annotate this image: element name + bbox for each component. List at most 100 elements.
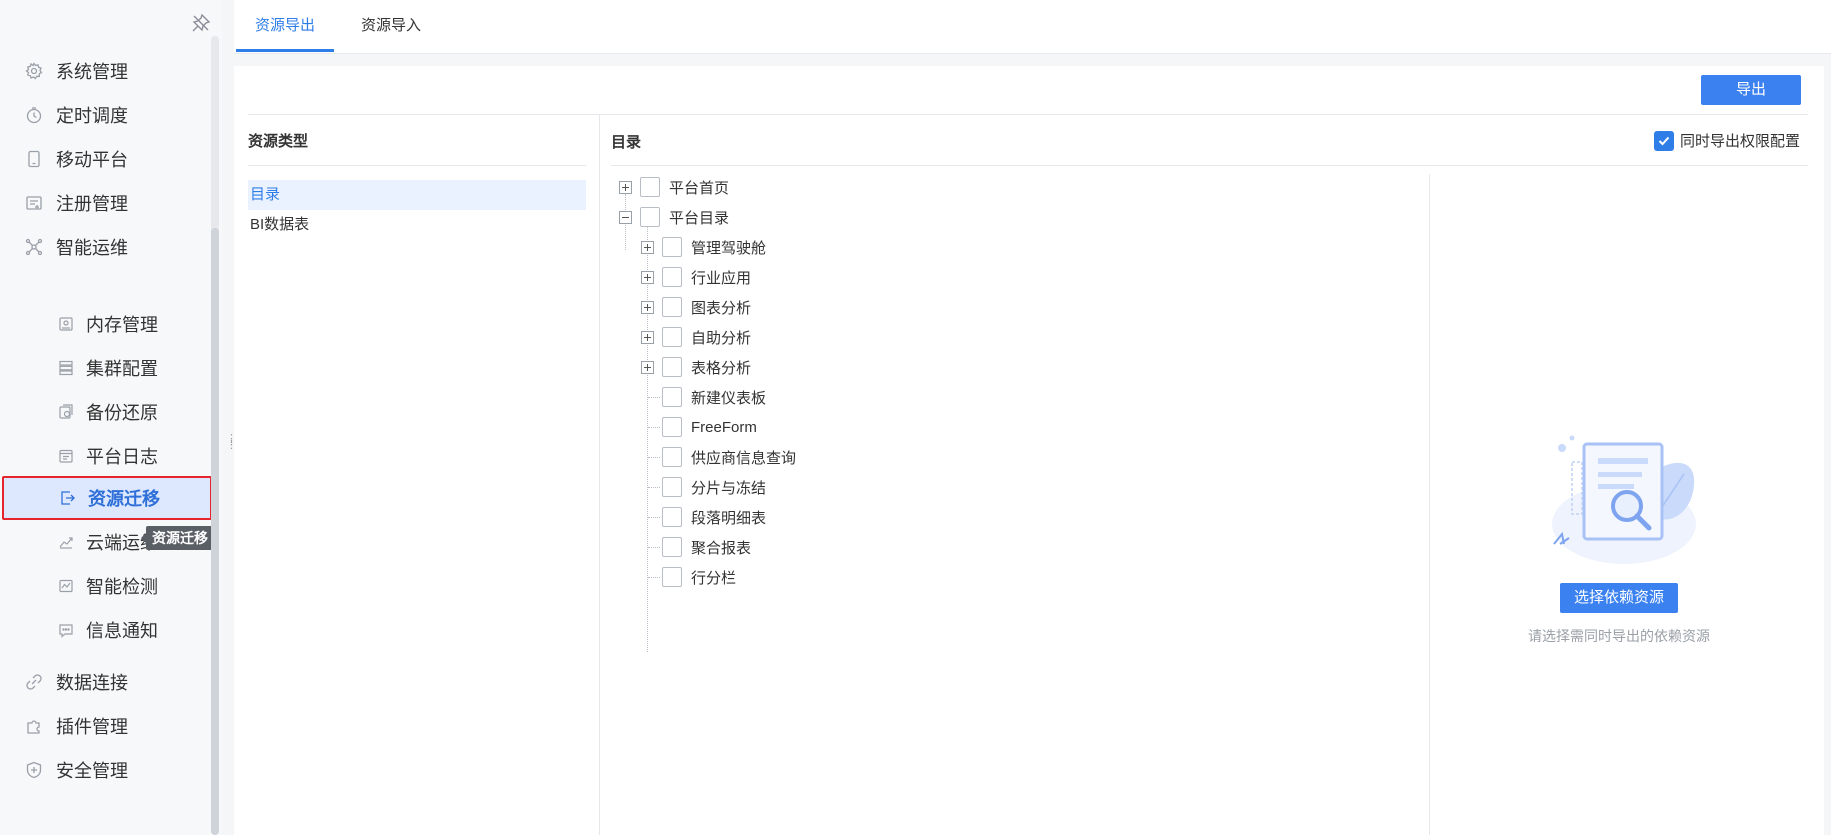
sync-permission-label: 同时导出权限配置 xyxy=(1679,133,1800,150)
tree-node[interactable]: 聚合报表 xyxy=(641,532,751,562)
timer-icon xyxy=(24,105,44,125)
migrate-icon xyxy=(58,488,78,508)
collapse-icon[interactable] xyxy=(619,210,632,224)
server-stack-icon xyxy=(56,358,76,378)
sync-permission-checkbox[interactable]: 同时导出权限配置 xyxy=(1653,130,1800,151)
tree-node[interactable]: 段落明细表 xyxy=(641,502,766,532)
tree-node-checkbox[interactable] xyxy=(662,567,682,587)
tree-node[interactable]: 新建仪表板 xyxy=(641,382,766,412)
tree-node[interactable]: 管理驾驶舱 xyxy=(641,232,766,262)
resize-handle-icon[interactable]: ⋮ ⋮ xyxy=(226,434,237,456)
sidebar-item-label: 集群配置 xyxy=(86,359,158,379)
tree-node[interactable]: 行业应用 xyxy=(641,262,751,292)
expand-icon[interactable] xyxy=(641,360,654,374)
tab-resource-import[interactable]: 资源导入 xyxy=(346,0,436,52)
scrollbar-thumb[interactable] xyxy=(211,228,219,835)
export-button[interactable]: 导出 xyxy=(1701,75,1801,105)
column-divider xyxy=(599,115,600,835)
tree-node[interactable]: 行分栏 xyxy=(641,562,736,592)
expand-icon[interactable] xyxy=(641,300,654,314)
expand-icon[interactable] xyxy=(619,180,632,194)
empty-state-illustration xyxy=(1534,426,1704,566)
sidebar-item-label: 智能检测 xyxy=(86,577,158,597)
tree-node-label: 表格分析 xyxy=(691,359,752,377)
sidebar-item-memory[interactable]: 内存管理 xyxy=(0,304,210,344)
tree-node-label: 新建仪表板 xyxy=(691,389,767,407)
tree-node[interactable]: 自助分析 xyxy=(641,322,751,352)
resource-type-directory[interactable]: 目录 xyxy=(248,180,586,210)
memory-icon xyxy=(56,314,76,334)
sidebar-item-data-connection[interactable]: 数据连接 xyxy=(0,660,210,704)
tree-node-checkbox[interactable] xyxy=(662,297,682,317)
sidebar-tooltip: 资源迁移 xyxy=(141,526,214,550)
sidebar-item-plugins[interactable]: 插件管理 xyxy=(0,704,210,748)
tree-node[interactable]: 图表分析 xyxy=(641,292,751,322)
sidebar-item-backup[interactable]: 备份还原 xyxy=(0,392,210,432)
sidebar-item-schedule[interactable]: 定时调度 xyxy=(0,93,210,137)
mobile-icon xyxy=(24,149,44,169)
tree-node-checkbox[interactable] xyxy=(662,447,682,467)
sidebar-item-cluster[interactable]: 集群配置 xyxy=(0,348,210,388)
tree-node-checkbox[interactable] xyxy=(662,357,682,377)
network-icon xyxy=(24,237,44,257)
tree-node-checkbox[interactable] xyxy=(662,237,682,257)
tree-node-checkbox[interactable] xyxy=(662,537,682,557)
tree-node[interactable]: FreeForm xyxy=(641,412,757,442)
sidebar-item-label: 平台日志 xyxy=(86,447,158,467)
tree-node-checkbox[interactable] xyxy=(640,177,660,197)
sidebar: 系统管理 定时调度 移动平台 注册管理 智能运维 内存管理 集群配置 备份还原 … xyxy=(0,0,222,835)
divider xyxy=(611,165,1808,166)
column-divider xyxy=(1429,174,1430,835)
tree-node-label: 自助分析 xyxy=(691,329,752,347)
tree-node-checkbox[interactable] xyxy=(662,267,682,287)
sidebar-item-security[interactable]: 安全管理 xyxy=(0,748,210,792)
divider xyxy=(248,165,586,166)
tree-node[interactable]: 分片与冻结 xyxy=(641,472,766,502)
sidebar-item-logs[interactable]: 平台日志 xyxy=(0,436,210,476)
register-icon xyxy=(24,193,44,213)
expand-icon[interactable] xyxy=(641,270,654,284)
cloud-chart-icon xyxy=(56,532,76,552)
pin-icon[interactable] xyxy=(190,12,212,34)
sidebar-item-ops[interactable]: 智能运维 xyxy=(0,225,210,269)
tree-node-label: 分片与冻结 xyxy=(691,479,767,497)
sidebar-item-label: 安全管理 xyxy=(56,761,128,781)
tab-bar: 资源导出 资源导入 xyxy=(234,0,1831,54)
sidebar-item-register[interactable]: 注册管理 xyxy=(0,181,210,225)
tree-node-checkbox[interactable] xyxy=(662,477,682,497)
tree-node-checkbox[interactable] xyxy=(662,507,682,527)
tab-resource-export[interactable]: 资源导出 xyxy=(236,0,334,52)
sidebar-item-mobile[interactable]: 移动平台 xyxy=(0,137,210,181)
sidebar-item-migration[interactable]: 资源迁移 xyxy=(2,476,212,520)
link-icon xyxy=(24,672,44,692)
expand-icon[interactable] xyxy=(641,330,654,344)
tree-node-checkbox[interactable] xyxy=(662,417,682,437)
sidebar-item-notify[interactable]: 信息通知 xyxy=(0,610,210,650)
tree-node-label: 聚合报表 xyxy=(691,539,752,557)
tree-node-label: 管理驾驶舱 xyxy=(691,239,767,257)
tree-node-checkbox[interactable] xyxy=(662,327,682,347)
tree-node[interactable]: 表格分析 xyxy=(641,352,751,382)
select-dependencies-button[interactable]: 选择依赖资源 xyxy=(1560,583,1678,613)
sidebar-item-detection[interactable]: 智能检测 xyxy=(0,566,210,606)
expand-icon[interactable] xyxy=(641,240,654,254)
tree-node[interactable]: 供应商信息查询 xyxy=(641,442,796,472)
tree-node[interactable]: 平台首页 xyxy=(619,172,729,202)
resource-type-bi-table[interactable]: BI数据表 xyxy=(248,210,586,240)
tree-node-checkbox[interactable] xyxy=(640,207,660,227)
tree-node-label: FreeForm xyxy=(691,418,757,436)
sidebar-scrollbar[interactable] xyxy=(211,36,219,835)
tree-node[interactable]: 平台目录 xyxy=(619,202,729,232)
sidebar-item-label: 插件管理 xyxy=(56,717,128,737)
message-icon xyxy=(56,620,76,640)
shield-icon xyxy=(24,760,44,780)
sidebar-item-system[interactable]: 系统管理 xyxy=(0,49,210,93)
gear-icon xyxy=(24,61,44,81)
sidebar-item-label: 资源迁移 xyxy=(88,489,160,509)
backup-icon xyxy=(56,402,76,422)
tree-node-checkbox[interactable] xyxy=(662,387,682,407)
